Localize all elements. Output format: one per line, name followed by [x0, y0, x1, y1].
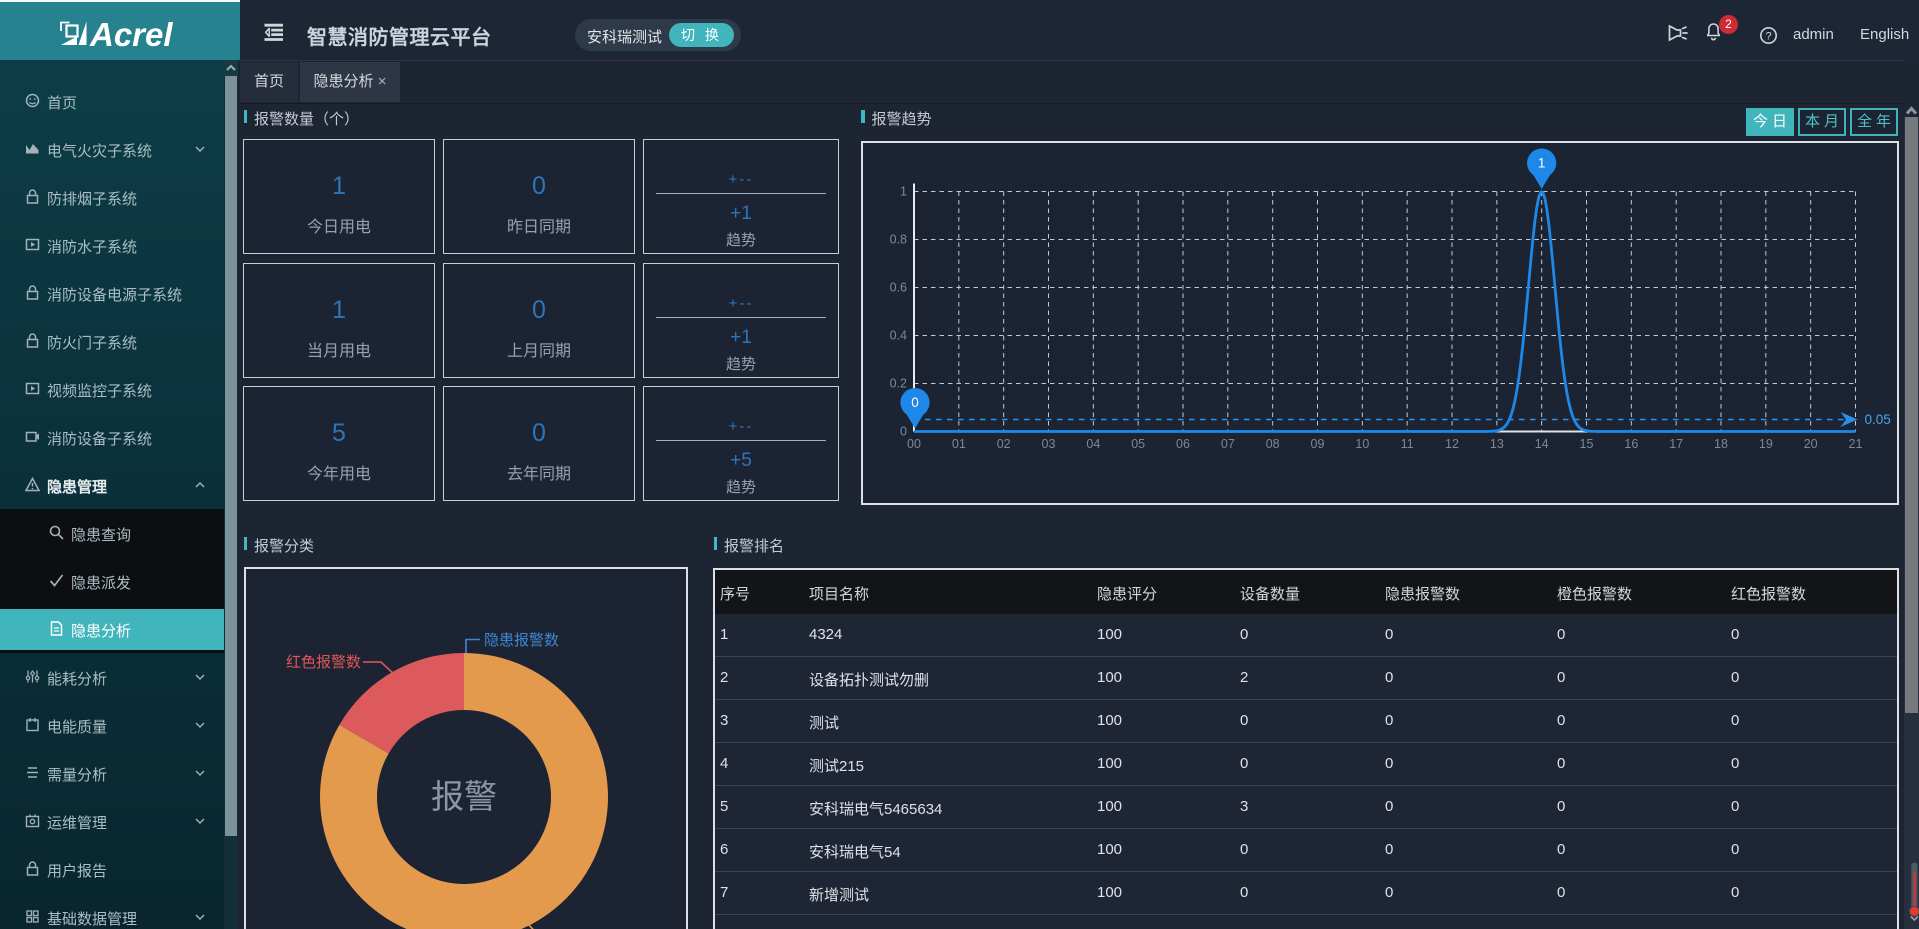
svg-text:18: 18: [1714, 437, 1728, 451]
svg-text:Acrel: Acrel: [89, 19, 173, 49]
svg-text:04: 04: [1086, 437, 1100, 451]
svg-text:0.6: 0.6: [889, 281, 906, 295]
svg-text:0: 0: [900, 425, 907, 439]
svg-text:15: 15: [1579, 437, 1593, 451]
svg-text:05: 05: [1131, 437, 1145, 451]
svg-text:0: 0: [911, 395, 919, 410]
svg-text:0.05: 0.05: [1864, 412, 1890, 427]
svg-text:16: 16: [1624, 437, 1638, 451]
svg-text:09: 09: [1310, 437, 1324, 451]
svg-text:?: ?: [1765, 31, 1771, 43]
svg-text:17: 17: [1669, 437, 1683, 451]
svg-text:1: 1: [1537, 156, 1545, 171]
svg-text:19: 19: [1758, 437, 1772, 451]
svg-text:20: 20: [1803, 437, 1817, 451]
svg-text:14: 14: [1534, 437, 1548, 451]
svg-text:13: 13: [1489, 437, 1503, 451]
svg-text:红色报警数: 红色报警数: [286, 654, 361, 671]
svg-text:0.2: 0.2: [889, 377, 906, 391]
svg-text:08: 08: [1265, 437, 1279, 451]
svg-text:12: 12: [1445, 437, 1459, 451]
svg-text:03: 03: [1041, 437, 1055, 451]
svg-text:21: 21: [1848, 437, 1862, 451]
svg-text:07: 07: [1220, 437, 1234, 451]
svg-text:1: 1: [900, 185, 907, 199]
svg-text:00: 00: [907, 437, 921, 451]
svg-text:隐患报警数: 隐患报警数: [484, 632, 559, 649]
svg-text:报警: 报警: [431, 778, 497, 815]
svg-text:11: 11: [1400, 437, 1413, 451]
svg-text:0.4: 0.4: [889, 329, 906, 343]
svg-text:06: 06: [1176, 437, 1190, 451]
svg-text:0.8: 0.8: [889, 233, 906, 247]
svg-text:01: 01: [951, 437, 965, 451]
svg-text:02: 02: [996, 437, 1010, 451]
svg-text:10: 10: [1355, 437, 1369, 451]
